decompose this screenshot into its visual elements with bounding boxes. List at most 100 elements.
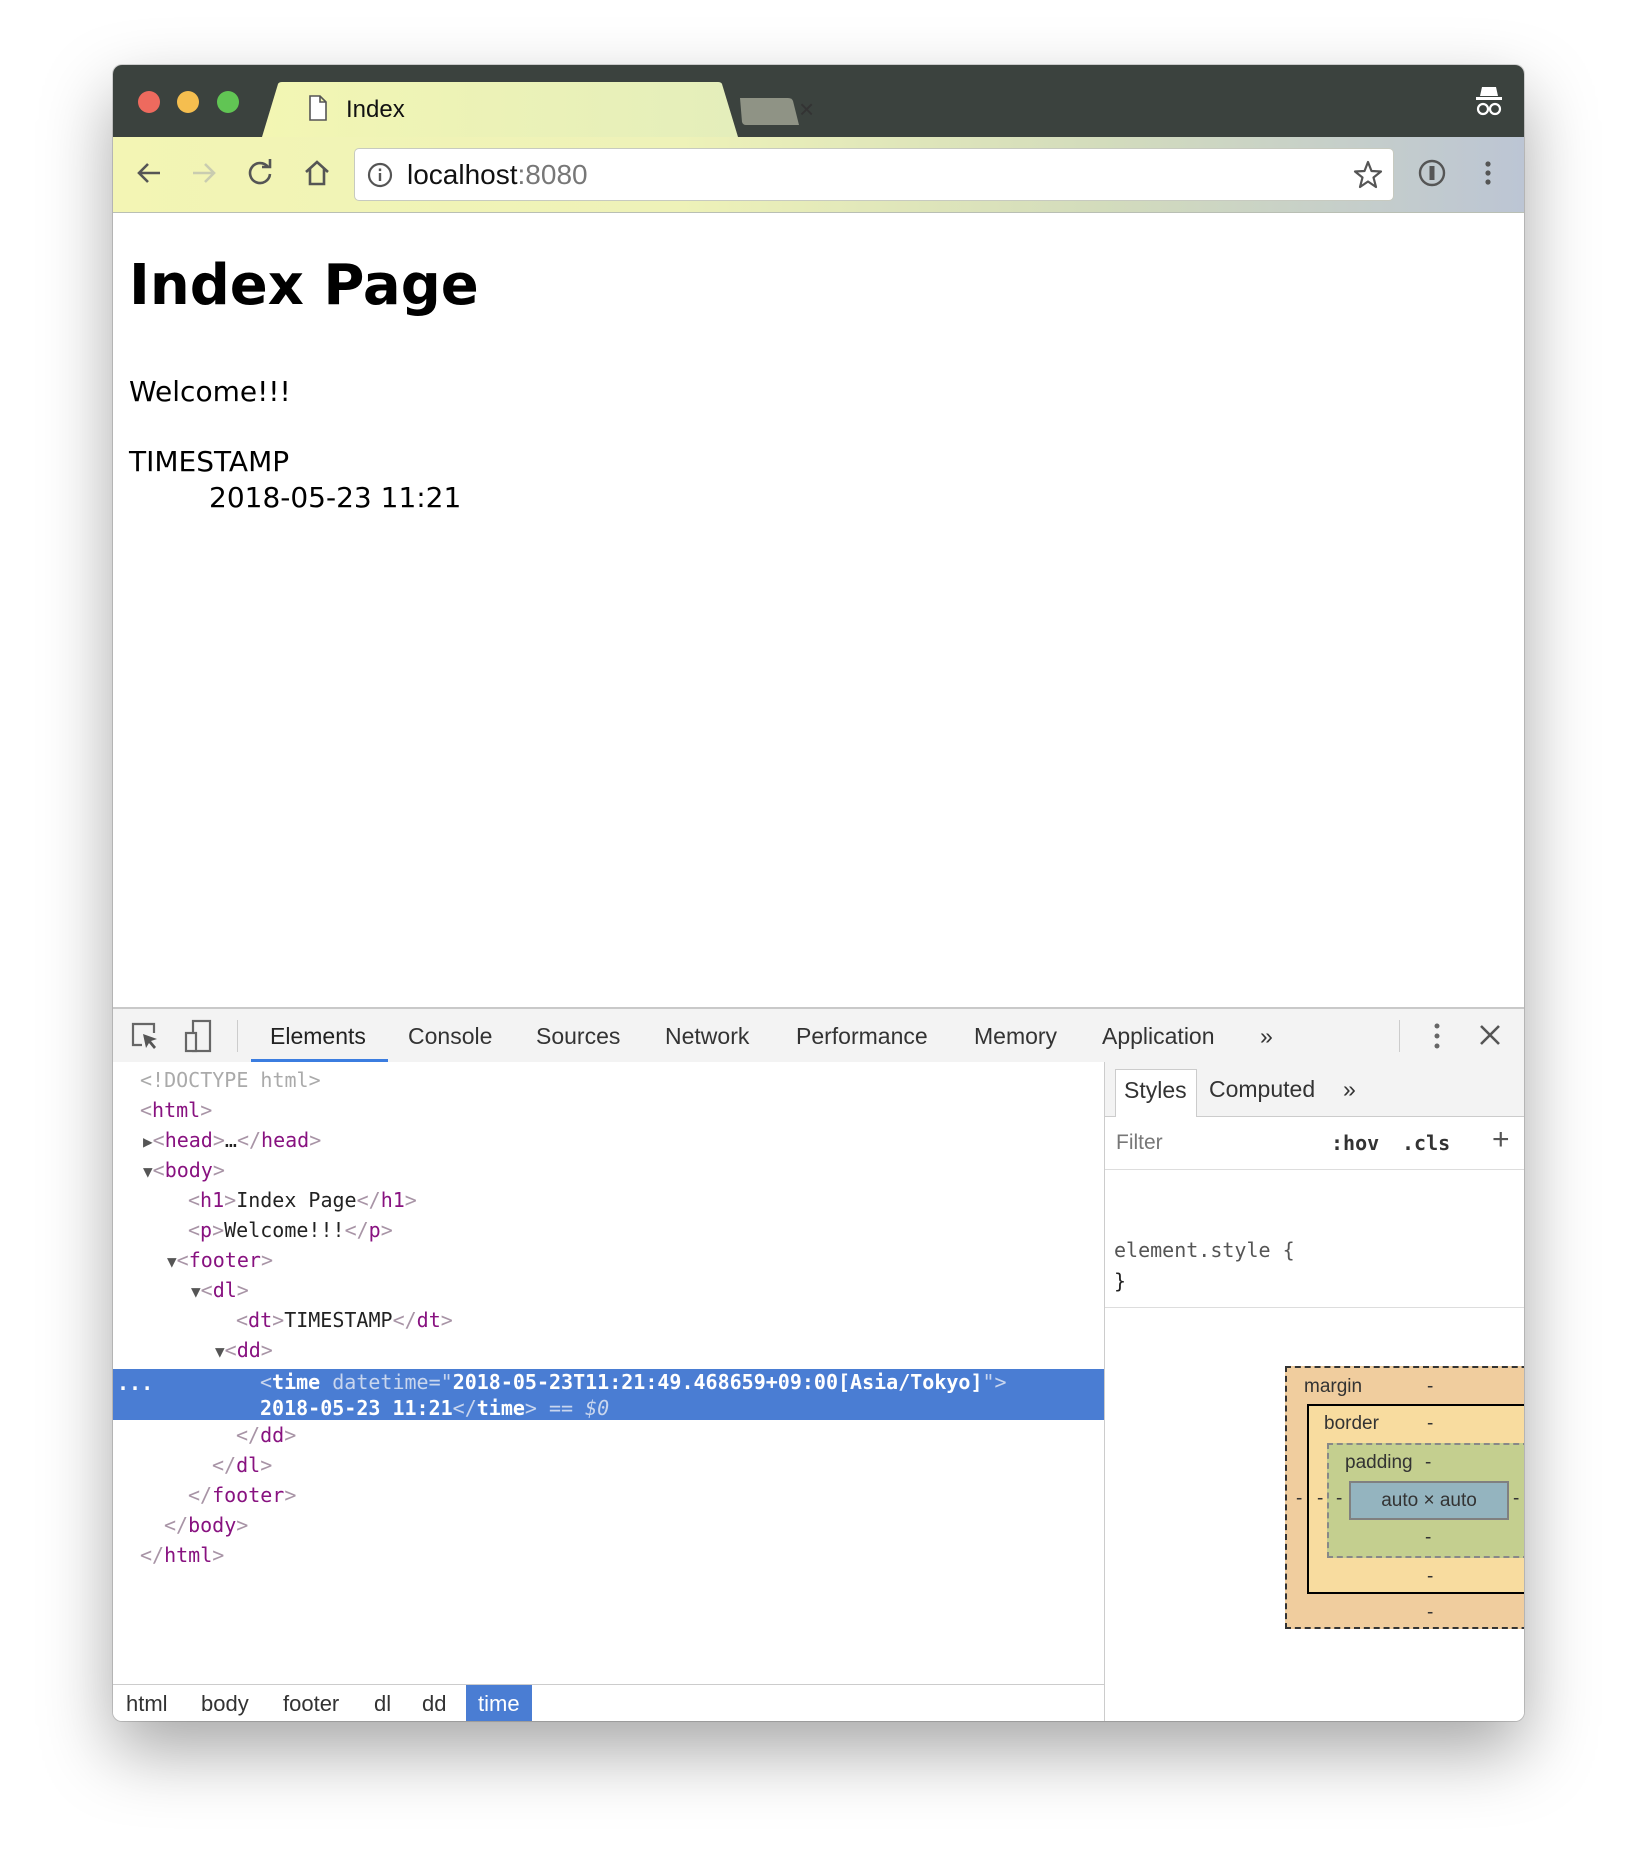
new-tab-button[interactable]	[738, 98, 800, 126]
margin-label: margin	[1304, 1376, 1363, 1397]
styles-tabs: Styles Computed »	[1105, 1062, 1524, 1117]
password-manager-button[interactable]	[1408, 149, 1456, 197]
styles-pane: Styles Computed » Filter :hov .cls + ele…	[1105, 1062, 1524, 1721]
filter-input[interactable]: Filter	[1116, 1131, 1163, 1155]
box-model-content[interactable]: auto × auto	[1349, 1481, 1509, 1520]
home-icon	[305, 160, 329, 186]
more-tabs-chevron-icon[interactable]: »	[1260, 1023, 1273, 1050]
page-icon	[309, 95, 327, 121]
breadcrumb-dl[interactable]: dl	[362, 1685, 403, 1721]
time-open-tag: <time datetime="2018-05-23T11:21:49.4686…	[260, 1370, 1007, 1394]
close-devtools-icon[interactable]	[1479, 1024, 1501, 1046]
padding-left-value[interactable]: -	[1336, 1488, 1342, 1510]
dom-node-dl[interactable]: ▼<dl>	[191, 1275, 249, 1305]
tab-performance[interactable]: Performance	[796, 1023, 928, 1050]
devtools-menu-icon[interactable]	[1433, 1022, 1441, 1050]
breadcrumb: html body footer dl dd time	[113, 1684, 1104, 1721]
devtools-toolbar: Elements Console Sources Network Perform…	[113, 1007, 1524, 1064]
home-button[interactable]	[293, 149, 341, 197]
expand-triangle-icon: ▶	[143, 1132, 153, 1151]
bookmark-star-icon[interactable]	[1353, 160, 1383, 190]
margin-bottom-value[interactable]: -	[1427, 1602, 1433, 1624]
arrow-left-icon	[137, 163, 160, 183]
arrow-right-icon	[193, 163, 216, 183]
url-text[interactable]: localhost:8080	[407, 159, 588, 191]
more-panes-chevron-icon[interactable]: »	[1343, 1076, 1356, 1103]
reload-icon	[248, 159, 272, 185]
padding-top-value[interactable]: -	[1425, 1452, 1431, 1474]
collapse-triangle-icon: ▼	[215, 1342, 225, 1361]
tab-index[interactable]: Index ×	[262, 82, 814, 137]
dom-node-time-selected[interactable]: ... <time datetime="2018-05-23T11:21:49.…	[113, 1369, 1104, 1420]
dom-node-footer[interactable]: ▼<footer>	[167, 1245, 273, 1275]
divider	[1105, 1307, 1524, 1308]
breadcrumb-html[interactable]: html	[114, 1685, 180, 1721]
breadcrumb-dd[interactable]: dd	[410, 1685, 458, 1721]
browser-toolbar: localhost:8080	[113, 137, 1524, 213]
border-label: border	[1324, 1413, 1379, 1434]
box-model-padding[interactable]: padding - - - - auto × auto	[1327, 1443, 1524, 1558]
margin-left-value[interactable]: -	[1296, 1488, 1302, 1510]
border-top-value[interactable]: -	[1427, 1413, 1433, 1435]
dom-node-head[interactable]: ▶<head>…</head>	[143, 1125, 321, 1155]
tab-close-icon[interactable]: ×	[799, 94, 814, 125]
forward-button[interactable]	[180, 149, 228, 197]
dom-node-dt[interactable]: <dt>TIMESTAMP</dt>	[236, 1305, 453, 1335]
element-style-close: }	[1114, 1269, 1127, 1293]
box-model-border[interactable]: border - - - - padding - - - - auto × au…	[1307, 1404, 1524, 1594]
dom-node-body[interactable]: ▼<body>	[143, 1155, 225, 1185]
dom-node-html-close[interactable]: </html>	[140, 1540, 224, 1570]
collapse-triangle-icon: ▼	[167, 1252, 177, 1271]
tab-network[interactable]: Network	[665, 1023, 749, 1050]
tab-memory[interactable]: Memory	[974, 1023, 1057, 1050]
welcome-text: Welcome!!!	[129, 375, 291, 408]
dom-node-doctype[interactable]: <!DOCTYPE html>	[140, 1065, 321, 1095]
browser-menu-button[interactable]	[1464, 149, 1512, 197]
dom-node-footer-close[interactable]: </footer>	[188, 1480, 296, 1510]
tab-title: Index	[346, 96, 405, 123]
padding-label: padding	[1345, 1452, 1413, 1473]
minimize-window-button[interactable]	[177, 91, 199, 113]
page-heading: Index Page	[129, 253, 479, 318]
element-style-selector[interactable]: element.style {	[1114, 1238, 1295, 1262]
close-window-button[interactable]	[138, 91, 160, 113]
tab-console[interactable]: Console	[408, 1023, 492, 1050]
border-left-value[interactable]: -	[1317, 1488, 1323, 1510]
dom-node-dd-close[interactable]: </dd>	[236, 1420, 296, 1450]
border-bottom-value[interactable]: -	[1427, 1566, 1433, 1588]
dom-node-p[interactable]: <p>Welcome!!!</p>	[188, 1215, 393, 1245]
tab-sources[interactable]: Sources	[536, 1023, 620, 1050]
add-rule-plus-icon[interactable]: +	[1492, 1123, 1510, 1157]
dom-node-h1[interactable]: <h1>Index Page</h1>	[188, 1185, 417, 1215]
cls-toggle[interactable]: .cls	[1402, 1131, 1450, 1155]
breadcrumb-time[interactable]: time	[466, 1685, 532, 1721]
maximize-window-button[interactable]	[217, 91, 239, 113]
hov-toggle[interactable]: :hov	[1331, 1131, 1379, 1155]
device-toolbar-icon[interactable]	[183, 1019, 213, 1053]
tab-styles[interactable]: Styles	[1115, 1069, 1197, 1117]
dom-node-dl-close[interactable]: </dl>	[212, 1450, 272, 1480]
breadcrumb-body[interactable]: body	[189, 1685, 261, 1721]
box-model-margin[interactable]: margin - - - - border - - - - padding - …	[1285, 1366, 1524, 1629]
tab-shape	[262, 82, 738, 137]
reload-button[interactable]	[236, 149, 284, 197]
address-bar[interactable]: localhost:8080	[355, 149, 1393, 200]
elements-tree: <!DOCTYPE html> <html> ▶<head>…</head> ▼…	[113, 1062, 1104, 1684]
node-actions-ellipsis[interactable]: ...	[117, 1371, 153, 1395]
margin-top-value[interactable]: -	[1427, 1376, 1433, 1398]
timestamp-label: TIMESTAMP	[129, 445, 290, 478]
dom-node-html[interactable]: <html>	[140, 1095, 212, 1125]
padding-bottom-value[interactable]: -	[1425, 1527, 1431, 1549]
dom-node-dd[interactable]: ▼<dd>	[215, 1335, 273, 1365]
tab-application[interactable]: Application	[1102, 1023, 1215, 1050]
toolbar-separator	[237, 1020, 238, 1052]
back-button[interactable]	[125, 149, 173, 197]
dom-node-body-close[interactable]: </body>	[164, 1510, 248, 1540]
inspect-element-icon[interactable]	[130, 1021, 160, 1051]
padding-right-value[interactable]: -	[1513, 1488, 1519, 1510]
tab-computed[interactable]: Computed	[1209, 1076, 1315, 1103]
tab-elements[interactable]: Elements	[270, 1023, 366, 1050]
breadcrumb-footer[interactable]: footer	[271, 1685, 351, 1721]
page-viewport: Index Page Welcome!!! TIMESTAMP 2018-05-…	[113, 213, 1524, 1007]
url-host: localhost	[407, 159, 518, 190]
